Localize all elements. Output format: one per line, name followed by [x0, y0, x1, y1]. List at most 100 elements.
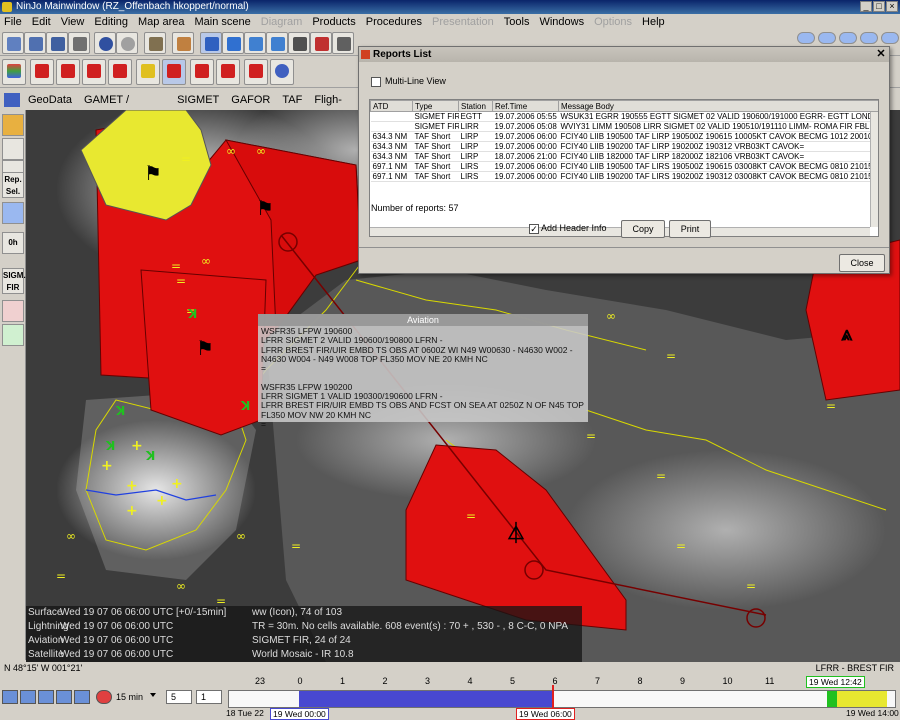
menu-view[interactable]: View: [61, 14, 85, 30]
sigmet-fir-icon[interactable]: [162, 59, 186, 85]
table-row[interactable]: 634.3 NM TAF Short LIRP 18.07.2006 21:00 FCI…: [370, 151, 878, 162]
timeline-current-marker[interactable]: [552, 685, 554, 709]
table-cell: TAF Short: [412, 151, 459, 162]
menu-main-scene[interactable]: Main scene: [194, 14, 250, 30]
pen-tool-icon[interactable]: [2, 138, 24, 160]
close-dialog-button[interactable]: Close: [839, 254, 885, 272]
table-hscrollbar[interactable]: [370, 227, 870, 236]
sigmet-fir-button[interactable]: SIGM. FIR: [2, 268, 26, 294]
view-toggle-3-icon[interactable]: [839, 32, 857, 44]
step-back-icon[interactable]: [20, 690, 36, 704]
menu-procedures[interactable]: Procedures: [366, 14, 422, 30]
scene-icon[interactable]: [144, 32, 166, 54]
curve-tool-icon[interactable]: [2, 114, 24, 136]
pan-icon[interactable]: [222, 32, 244, 54]
flight-path-icon[interactable]: [270, 59, 294, 85]
open-scene-icon[interactable]: [24, 32, 46, 54]
tab-taf[interactable]: TAF: [282, 90, 302, 110]
redo-icon[interactable]: [116, 32, 138, 54]
undo-icon[interactable]: [94, 32, 116, 54]
tab-geodata[interactable]: GeoData: [28, 90, 72, 110]
view-toggle-1-icon[interactable]: [797, 32, 815, 44]
last-frame-icon[interactable]: [74, 690, 90, 704]
table-vscrollbar[interactable]: [870, 112, 878, 227]
interval-select[interactable]: 15 min: [116, 692, 143, 702]
menu-products[interactable]: Products: [312, 14, 355, 30]
copy-button[interactable]: Copy: [621, 220, 665, 238]
col-header-station[interactable]: Station: [458, 100, 493, 112]
zoom-out-icon[interactable]: [266, 32, 288, 54]
tab-gafor[interactable]: GAFOR: [231, 90, 270, 110]
view-toggle-2-icon[interactable]: [818, 32, 836, 44]
first-frame-icon[interactable]: [2, 690, 18, 704]
dialog-close-x-icon[interactable]: ✕: [875, 48, 887, 60]
col-header-message[interactable]: Message Body: [558, 100, 878, 112]
col-header-reftime[interactable]: Ref.Time: [492, 100, 559, 112]
table-row[interactable]: 634.3 NM TAF Short LIRP 19.07.2006 00:00 FCI…: [370, 141, 878, 152]
tab-flight-path[interactable]: Fligh-Path: [314, 90, 360, 126]
chevron-down-icon[interactable]: [150, 693, 156, 697]
table-row[interactable]: 697.1 NM TAF Short LIRS 19.07.2006 00:00 FCI…: [370, 171, 878, 182]
select-arrow-icon[interactable]: [200, 32, 222, 54]
layers-icon[interactable]: [2, 59, 26, 85]
save-icon[interactable]: [46, 32, 68, 54]
header-info-checkbox[interactable]: ✓: [529, 224, 539, 234]
timeline-track[interactable]: [228, 685, 896, 709]
print-icon[interactable]: [68, 32, 90, 54]
multiline-checkbox[interactable]: [371, 77, 381, 87]
menu-windows[interactable]: Windows: [539, 14, 584, 30]
timeline-selected-range[interactable]: [299, 691, 553, 707]
gafor-icon[interactable]: [216, 59, 240, 85]
layer-tabs: GeoData GAMET / AIRMET SIGMET GAFOR TAF …: [0, 90, 360, 126]
table-cell: TAF Short: [412, 161, 459, 172]
close-window-button[interactable]: ×: [886, 1, 898, 12]
menu-editing[interactable]: Editing: [94, 14, 128, 30]
maximize-button[interactable]: □: [873, 1, 885, 12]
table-row[interactable]: SIGMET FIR EGTT 19.07.2006 05:55 WSUK31 EGR…: [370, 111, 879, 122]
airmet-icon[interactable]: [136, 59, 160, 85]
step-b-spinner[interactable]: 1: [196, 690, 222, 704]
filter-icon[interactable]: [2, 300, 24, 322]
zoom-in-icon[interactable]: [244, 32, 266, 54]
table-row[interactable]: 697.1 NM TAF Short LIRS 19.07.2006 06:00 FCI…: [370, 161, 878, 172]
sigmet-ice-icon[interactable]: [82, 59, 106, 85]
pause-icon[interactable]: [56, 690, 72, 704]
sigmet-mtw-icon[interactable]: [108, 59, 132, 85]
time-offset-button[interactable]: 0h: [2, 232, 24, 254]
sigmet-turb-icon[interactable]: [56, 59, 80, 85]
rep-sel-button[interactable]: Rep. Sel.: [2, 172, 24, 198]
open-icon[interactable]: [2, 32, 24, 54]
gamet-icon[interactable]: [190, 59, 214, 85]
layer-icon[interactable]: [172, 32, 194, 54]
frame-tool-icon[interactable]: [2, 202, 24, 224]
font-tool-icon[interactable]: [2, 324, 24, 346]
sigmet-ts-icon[interactable]: [30, 59, 54, 85]
col-header-type[interactable]: Type: [412, 100, 459, 112]
lightning-symbol: +: [156, 493, 168, 509]
table-row[interactable]: 634.3 NM TAF Short LIRP 19.07.2006 06:00 FCI…: [370, 131, 878, 142]
table-cell: WSUK31 EGRR 190555 EGTT SIGMET 02 VALID …: [558, 111, 879, 122]
measure-icon[interactable]: [288, 32, 310, 54]
loop-settings-icon[interactable]: [96, 690, 112, 704]
menu-map-area[interactable]: Map area: [138, 14, 184, 30]
col-header-atd[interactable]: ATD: [370, 100, 413, 112]
minimize-button[interactable]: _: [860, 1, 872, 12]
tools-icon[interactable]: [332, 32, 354, 54]
tab-gamet-airmet[interactable]: GAMET / AIRMET: [84, 90, 165, 126]
lightning-symbol: +: [171, 476, 183, 492]
view-toggle-4-icon[interactable]: [860, 32, 878, 44]
chart-icon[interactable]: [310, 32, 332, 54]
print-button[interactable]: Print: [669, 220, 711, 238]
timeline-forecast-range: [837, 691, 887, 707]
ww-symbol: ∞: [256, 144, 266, 158]
play-icon[interactable]: [38, 690, 54, 704]
menu-tools[interactable]: Tools: [504, 14, 530, 30]
menu-edit[interactable]: Edit: [32, 14, 51, 30]
menu-file[interactable]: File: [4, 14, 22, 30]
table-row[interactable]: SIGMET FIR LIRR 19.07.2006 05:08 WVIY31 LIM…: [370, 121, 878, 132]
step-a-spinner[interactable]: 5: [166, 690, 192, 704]
tab-sigmet[interactable]: SIGMET: [177, 90, 219, 110]
taf-icon[interactable]: [244, 59, 268, 85]
view-toggle-5-icon[interactable]: [881, 32, 899, 44]
menu-help[interactable]: Help: [642, 14, 665, 30]
